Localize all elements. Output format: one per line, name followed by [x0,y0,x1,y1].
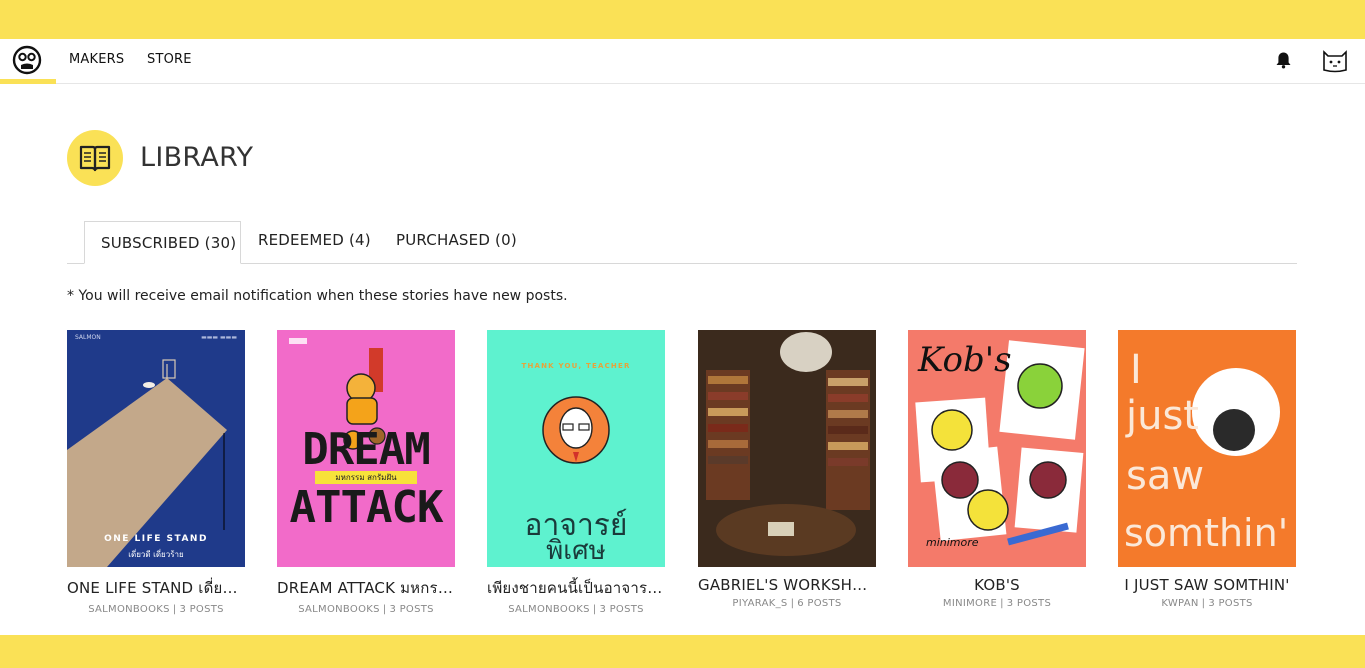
library-book-icon [67,130,123,186]
tab-label: REDEEMED [258,231,344,249]
cover-publisher: SALMON [75,334,101,341]
book-post-count: 3 POSTS [179,604,224,615]
tab-redeemed[interactable]: REDEEMED (4) [258,218,371,262]
active-nav-indicator [0,79,56,84]
tab-count: (4) [348,231,371,249]
book-title[interactable]: DREAM ATTACK มหกรรมสกรัมฝัน [277,576,455,600]
tab-purchased[interactable]: PURCHASED (0) [396,218,517,262]
book-post-count: 6 POSTS [797,598,842,609]
cover-word-1: I [1130,347,1142,393]
book-meta: PIYARAK_S | 6 POSTS [698,598,876,609]
book-author[interactable]: SALMONBOOKS [88,604,170,615]
book-post-count: 3 POSTS [389,604,434,615]
book-card[interactable]: DREAM มหกรรม สกรัมฝัน ATTACK DREAM ATTAC… [277,330,455,615]
book-card[interactable]: THANK YOU, TEACHER อาจารย์ พิเศษ เพียงชา… [487,330,665,615]
cover-title: ONE LIFE STAND [104,534,208,544]
cover-author-line: ▬▬▬ ▬▬▬ [201,334,237,341]
meta-separator: | [592,604,597,615]
tab-count: (0) [495,231,517,249]
cover-word-2: just [1126,393,1199,439]
book-meta: MINIMORE | 3 POSTS [908,598,1086,609]
book-card[interactable]: GABRIEL'S WORKSHOP ... PIYARAK_S | 6 POSTS [698,330,876,609]
cover-publisher: minimore [926,536,979,549]
book-title[interactable]: I JUST SAW SOMTHIN' [1118,576,1296,594]
book-author[interactable]: SALMONBOOKS [508,604,590,615]
tab-subscribed[interactable]: SUBSCRIBED (30) [84,221,241,264]
book-cover[interactable]: I just saw somthin' [1118,330,1296,567]
book-title[interactable]: ONE LIFE STAND เดี่ยวดี เดี่ยวร้าย [67,576,245,600]
book-post-count: 3 POSTS [1208,598,1253,609]
cover-publisher-row: SALMON ▬▬▬ ▬▬▬ [67,334,245,341]
tab-label: PURCHASED [396,231,491,249]
book-title[interactable]: เพียงชายคนนี้เป็นอาจารย์พิเศษ [487,576,665,600]
nav-store-link[interactable]: STORE [147,52,192,67]
book-card[interactable]: SALMON ▬▬▬ ▬▬▬ ONE LIFE STAND เดี่ยวดี เด… [67,330,245,615]
book-cover[interactable]: Kob's minimore [908,330,1086,567]
book-author[interactable]: KWPAN [1161,598,1198,609]
library-tabs: SUBSCRIBED (30) REDEEMED (4) PURCHASED (… [67,220,1297,264]
book-meta: SALMONBOOKS | 3 POSTS [487,604,665,615]
tab-label: SUBSCRIBED [101,234,200,252]
cover-word-4: somthin' [1124,511,1289,555]
book-title[interactable]: KOB'S [908,576,1086,594]
book-author[interactable]: SALMONBOOKS [298,604,380,615]
page-title: LIBRARY [140,142,254,173]
meta-separator: | [790,598,795,609]
top-yellow-band [0,0,1365,39]
cover-word-3: saw [1126,453,1205,499]
bottom-yellow-band [0,635,1365,668]
book-cover[interactable]: THANK YOU, TEACHER อาจารย์ พิเศษ [487,330,665,567]
book-meta: SALMONBOOKS | 3 POSTS [67,604,245,615]
book-post-count: 3 POSTS [599,604,644,615]
avatar[interactable] [1321,48,1349,74]
book-cover[interactable]: DREAM มหกรรม สกรัมฝัน ATTACK [277,330,455,567]
book-meta: SALMONBOOKS | 3 POSTS [277,604,455,615]
book-author[interactable]: MINIMORE [943,598,997,609]
meta-separator: | [382,604,387,615]
book-cover[interactable] [698,330,876,567]
book-cover[interactable]: SALMON ▬▬▬ ▬▬▬ ONE LIFE STAND เดี่ยวดี เด… [67,330,245,567]
meta-separator: | [1000,598,1004,609]
book-meta: KWPAN | 3 POSTS [1118,598,1296,609]
cover-title-bottom: พิเศษ [546,536,606,566]
tab-count: (30) [204,234,237,252]
nav-makers-link[interactable]: MAKERS [69,52,124,67]
cover-title: Kob's [918,340,1012,380]
book-author[interactable]: PIYARAK_S [732,598,787,609]
cover-subtitle: เดี่ยวดี เดี่ยวร้าย [128,550,184,559]
cover-title-bottom: ATTACK [289,482,444,533]
meta-separator: | [1201,598,1206,609]
book-title[interactable]: GABRIEL'S WORKSHOP ... [698,576,876,594]
book-card[interactable]: I just saw somthin' I JUST SAW SOMTHIN' … [1118,330,1296,609]
book-post-count: 3 POSTS [1006,598,1052,609]
book-card[interactable]: Kob's minimore KOB'S MINIMORE | 3 POSTS [908,330,1086,609]
ookbee-logo-icon[interactable] [12,45,42,75]
top-nav: MAKERS STORE [0,39,1365,84]
cover-title-top: DREAM [302,424,430,475]
notification-notice: * You will receive email notification wh… [67,288,568,304]
meta-separator: | [172,604,177,615]
bell-icon[interactable] [1275,51,1292,69]
